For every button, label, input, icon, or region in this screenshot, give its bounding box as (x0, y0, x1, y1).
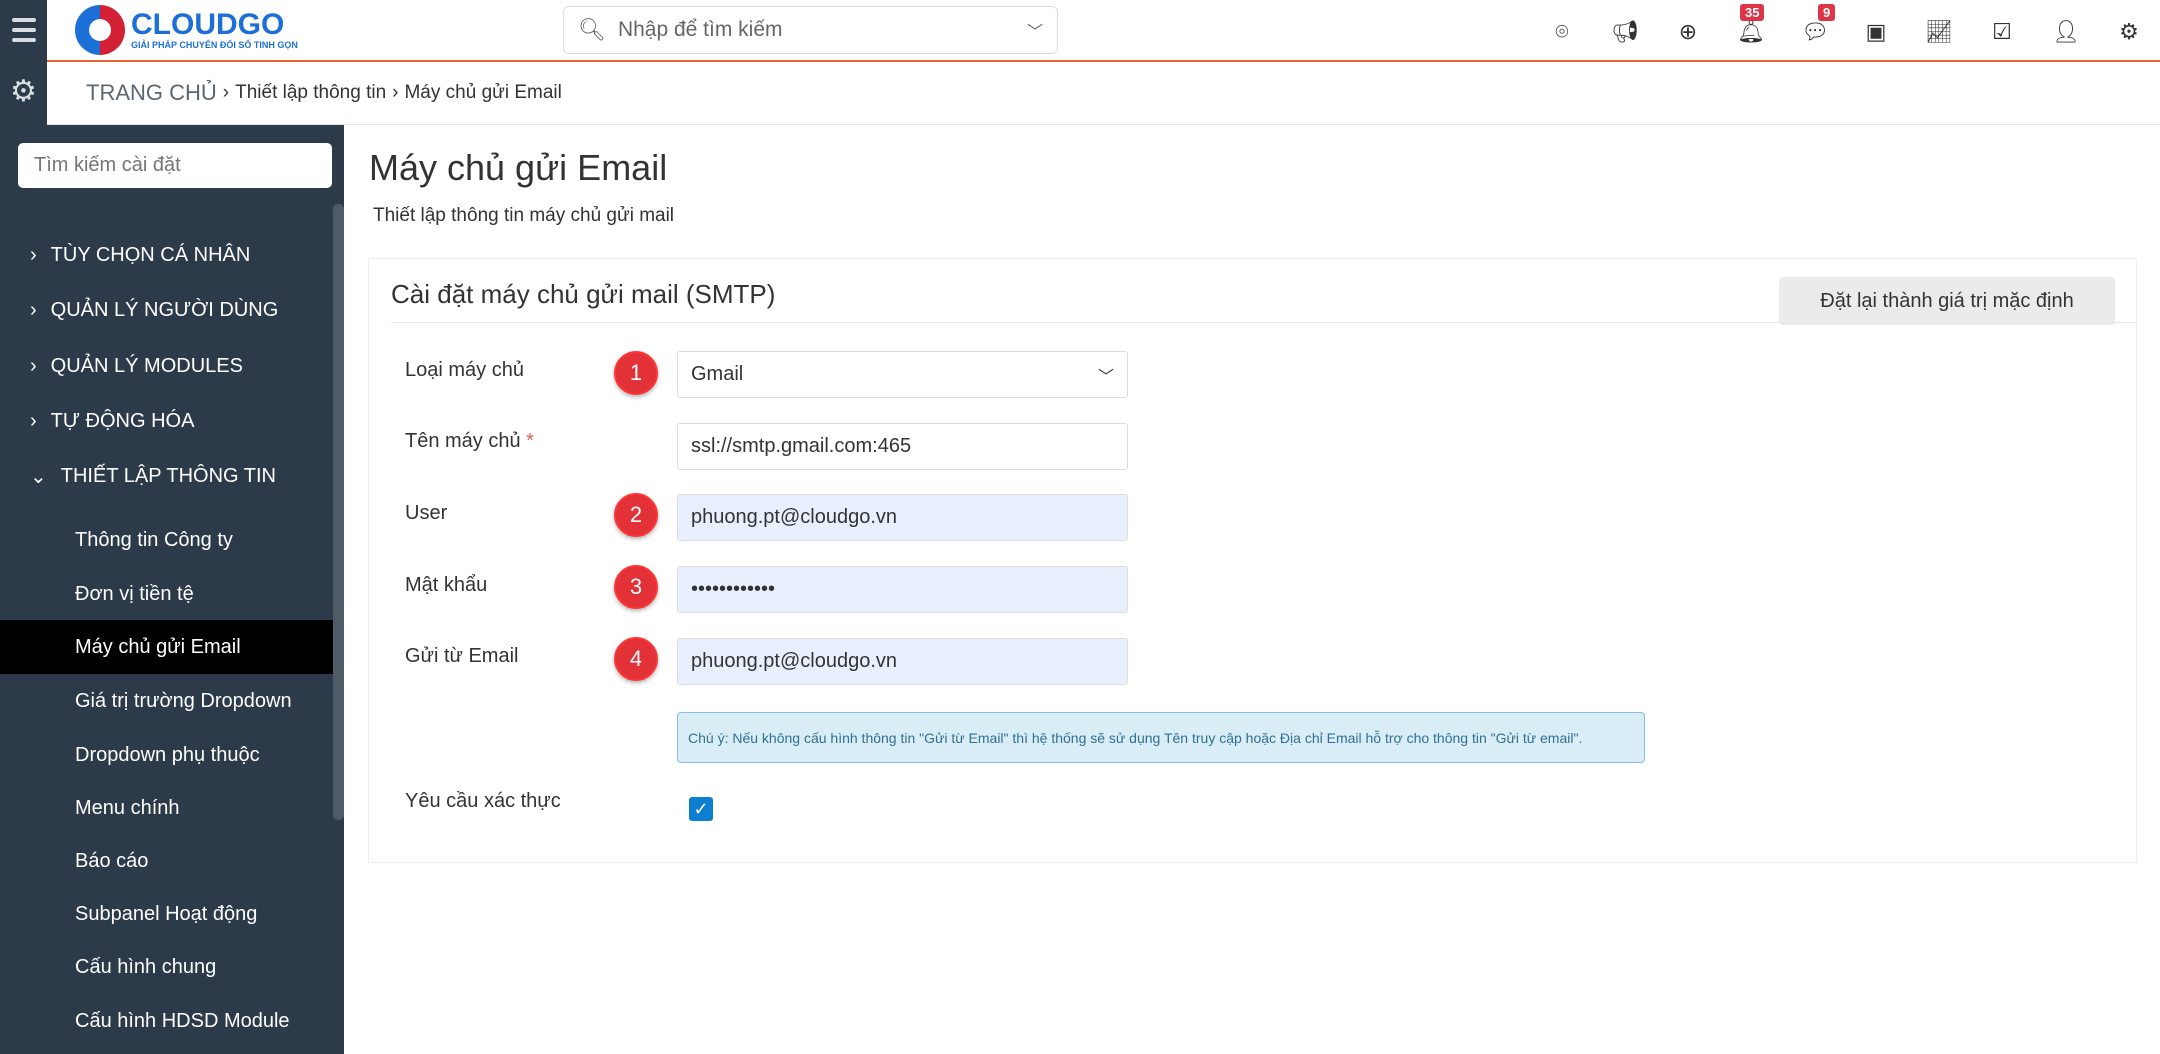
sidebar-section-info-setup[interactable]: ⌄ THIẾT LẬP THÔNG TIN (30, 464, 276, 489)
bell-icon[interactable]: 🔔︎ (1737, 18, 1765, 46)
sidebar-item-dependent-dropdown[interactable]: Dropdown phụ thuộc (0, 728, 333, 782)
settings-search-input[interactable] (18, 143, 332, 188)
sidebar-item-currency[interactable]: Đơn vị tiền tệ (0, 567, 333, 621)
sidebar-item-general-config[interactable]: Cấu hình chung (0, 940, 333, 994)
sidebar-scrollbar[interactable] (333, 204, 344, 820)
info-note: Chú ý: Nếu không cấu hình thông tin "Gửi… (677, 712, 1645, 763)
sidebar-item-module-guide[interactable]: Cấu hình HDSD Module (0, 994, 333, 1048)
page-subtitle: Thiết lập thông tin máy chủ gửi mail (373, 205, 675, 226)
step-marker: 1 (614, 351, 658, 395)
breadcrumb-home[interactable]: TRANG CHỦ (86, 80, 217, 106)
sidebar-section-automation[interactable]: › TỰ ĐỘNG HÓA (30, 410, 194, 433)
server-name-label: Tên máy chủ * (405, 430, 534, 452)
notifications-badge: 35 (1740, 4, 1765, 21)
chevron-right-icon: › (30, 410, 37, 432)
user-icon[interactable]: 👤︎ (2052, 18, 2080, 46)
password-input[interactable]: •••••••••••• (677, 566, 1128, 613)
user-input[interactable]: phuong.pt@cloudgo.vn (677, 494, 1128, 541)
reset-default-button[interactable]: Đặt lại thành giá trị mặc định (1779, 277, 2115, 325)
breadcrumb-current: Máy chủ gửi Email (404, 82, 562, 103)
sidebar-item-dropdown-values[interactable]: Giá trị trường Dropdown (0, 674, 333, 728)
sidebar-item-email-server[interactable]: Máy chủ gửi Email (0, 620, 333, 674)
breadcrumb-item[interactable]: Thiết lập thông tin (235, 82, 386, 104)
settings-sidebar: ›TÙY CHỌN CÁ NHÂN ›QUẢN LÝ NGƯỜI DÙNG ›Q… (0, 125, 344, 1054)
settings-gear-icon[interactable]: ⚙ (10, 74, 37, 109)
card-title: Cài đặt máy chủ gửi mail (SMTP) (391, 279, 776, 309)
task-check-icon[interactable]: ☑ (1988, 18, 2016, 46)
add-circle-icon[interactable]: ⊕ (1674, 18, 1702, 46)
hamburger-menu-icon[interactable] (0, 0, 47, 60)
logo-tagline: GIẢI PHÁP CHUYỂN ĐỔI SỐ TINH GỌN (131, 40, 298, 50)
search-placeholder: Nhập để tìm kiếm (617, 18, 783, 41)
from-email-input[interactable]: phuong.pt@cloudgo.vn (677, 638, 1128, 685)
sidebar-item-reports[interactable]: Báo cáo (0, 834, 333, 888)
gear-icon[interactable]: ⚙ (2115, 18, 2143, 46)
chevron-right-icon: › (30, 355, 37, 377)
chevron-down-icon: ⌄ (30, 466, 47, 488)
chevron-down-icon[interactable]: ﹀ (1027, 18, 1043, 42)
breadcrumb: TRANG CHỦ › Thiết lập thông tin › Máy ch… (47, 62, 2160, 125)
divider (391, 322, 2136, 323)
server-type-label: Loại máy chủ (405, 359, 524, 381)
sidebar-item-main-menu[interactable]: Menu chính (0, 781, 333, 835)
chevron-right-icon: › (30, 299, 37, 321)
logo-mark-icon (75, 5, 125, 55)
chevron-right-icon: › (392, 82, 399, 103)
chart-icon[interactable]: 📈︎ (1925, 18, 1953, 46)
left-strip: ⚙ (0, 0, 47, 125)
location-help-icon[interactable]: ⌾ (1548, 18, 1576, 46)
megaphone-icon[interactable]: 📢︎ (1611, 18, 1639, 46)
smtp-settings-card: Cài đặt máy chủ gửi mail (SMTP) Đặt lại … (368, 258, 2137, 863)
sidebar-item-activity-subpanel[interactable]: Subpanel Hoạt động (0, 887, 333, 941)
chevron-down-icon: ﹀ (1097, 368, 1114, 386)
server-type-select[interactable]: Gmail ﹀ (677, 351, 1128, 398)
sidebar-item-company-info[interactable]: Thông tin Công ty (0, 513, 333, 567)
page-title: Máy chủ gửi Email (369, 147, 668, 188)
server-name-input[interactable]: ssl://smtp.gmail.com:465 (677, 423, 1128, 470)
checkmark-icon: ✓ (693, 798, 709, 819)
auth-required-checkbox[interactable]: ✓ (689, 797, 713, 821)
auth-required-label: Yêu cầu xác thực (405, 790, 561, 812)
sidebar-section-users[interactable]: › QUẢN LÝ NGƯỜI DÙNG (30, 299, 278, 322)
global-search-input[interactable]: 🔍︎ Nhập để tìm kiếm ﹀ (563, 6, 1058, 54)
cloudgo-logo[interactable]: CLOUDGO GIẢI PHÁP CHUYỂN ĐỔI SỐ TINH GỌN (75, 4, 298, 56)
step-marker: 4 (614, 637, 658, 681)
search-icon: 🔍︎ (578, 17, 606, 42)
top-bar (0, 0, 2160, 62)
step-marker: 2 (614, 493, 658, 537)
chevron-right-icon: › (30, 244, 37, 266)
calendar-icon[interactable]: ▣ (1862, 18, 1890, 46)
logo-name: CLOUDGO (131, 8, 285, 41)
from-email-label: Gửi từ Email (405, 645, 519, 667)
chevron-right-icon: › (222, 82, 230, 103)
password-label: Mật khẩu (405, 574, 488, 596)
chat-icon[interactable]: 💬︎ (1801, 18, 1829, 46)
user-label: User (405, 502, 448, 524)
messages-badge: 9 (1818, 4, 1836, 21)
step-marker: 3 (614, 565, 658, 609)
sidebar-section-modules[interactable]: › QUẢN LÝ MODULES (30, 355, 243, 378)
sidebar-section-personal[interactable]: › TÙY CHỌN CÁ NHÂN (30, 244, 250, 267)
